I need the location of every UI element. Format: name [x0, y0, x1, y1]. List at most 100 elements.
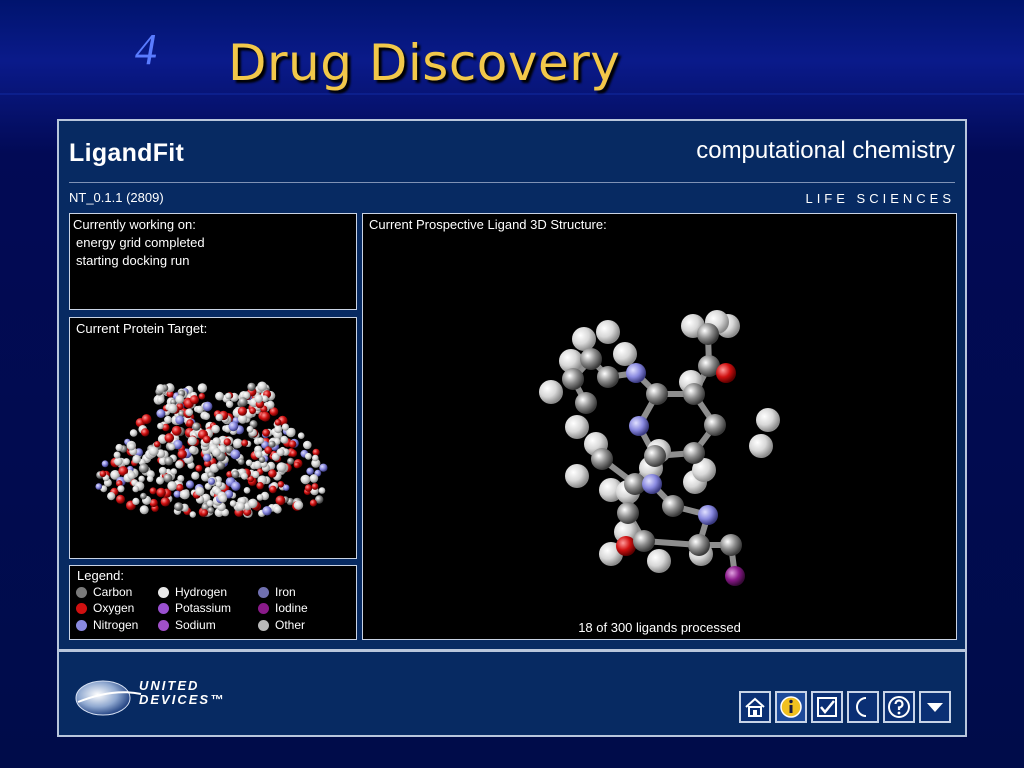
atom-sphere	[132, 485, 139, 493]
atom-sphere	[167, 481, 177, 491]
atom-sphere	[256, 494, 264, 501]
atom-sphere	[146, 475, 154, 483]
status-line: starting docking run	[76, 253, 190, 268]
atom-sphere	[572, 327, 596, 351]
iodine-swatch-icon	[258, 602, 269, 614]
home-button[interactable]	[739, 691, 771, 723]
atom-sphere	[185, 480, 195, 489]
other-swatch-icon	[258, 619, 269, 631]
atom-sphere	[237, 406, 247, 416]
atom-sphere	[207, 507, 215, 514]
atom-sphere	[319, 463, 328, 472]
atom-sphere	[260, 411, 271, 422]
atom-sphere	[613, 342, 637, 366]
atom-sphere	[293, 461, 301, 469]
atom-sphere	[262, 428, 270, 437]
atom-sphere	[237, 458, 245, 465]
atom-sphere	[192, 422, 201, 431]
atom-sphere	[252, 470, 260, 479]
atom-sphere	[274, 419, 282, 426]
atom-sphere	[164, 433, 175, 443]
united-devices-logo: UNITED DEVICES™	[73, 676, 233, 718]
atom-sphere	[174, 502, 183, 511]
atom-sphere	[704, 414, 726, 436]
atom-sphere	[311, 483, 319, 490]
atom-sphere	[218, 494, 228, 503]
atom-sphere	[304, 484, 313, 492]
logo-text: UNITED DEVICES™	[139, 678, 226, 707]
atom-sphere	[280, 435, 289, 444]
atom-sphere	[254, 394, 263, 403]
atom-sphere	[127, 442, 136, 451]
atom-sphere	[212, 447, 221, 457]
atom-sphere	[293, 500, 304, 510]
atom-sphere	[245, 459, 253, 467]
atom-sphere	[122, 458, 130, 466]
dropdown-icon	[927, 703, 943, 712]
atom-sphere	[223, 438, 231, 446]
atom-sphere	[562, 368, 584, 390]
atom-sphere	[156, 487, 166, 498]
ligand-progress-text: 18 of 300 ligands processed	[578, 620, 741, 635]
atom-sphere	[175, 460, 184, 469]
atom-sphere	[202, 435, 211, 444]
atom-sphere	[596, 320, 620, 344]
info-button[interactable]	[775, 691, 807, 723]
atom-sphere	[756, 408, 780, 432]
atom-sphere	[225, 400, 234, 408]
atom-sphere	[580, 348, 602, 370]
atom-sphere	[288, 440, 297, 448]
atom-sphere	[101, 460, 109, 468]
version-label: NT_0.1.1 (2809)	[69, 190, 164, 205]
atom-sphere	[249, 407, 256, 415]
nitrogen-swatch-icon	[76, 619, 87, 631]
atom-sphere	[716, 363, 736, 383]
atom-sphere	[132, 454, 141, 464]
legend-item-sodium: Sodium	[158, 618, 216, 632]
atom-sphere	[203, 453, 212, 462]
legend-item-carbon: Carbon	[76, 585, 132, 599]
atom-sphere	[304, 452, 312, 460]
atom-sphere	[187, 436, 197, 446]
atom-sphere	[132, 497, 140, 505]
menu-dropdown-button[interactable]	[919, 691, 951, 723]
carbon-swatch-icon	[76, 586, 87, 598]
atom-sphere	[206, 500, 214, 507]
tasks-button[interactable]	[811, 691, 843, 723]
atom-sphere	[107, 492, 116, 501]
atom-sphere	[171, 425, 182, 436]
atom-sphere	[683, 442, 705, 464]
atom-sphere	[179, 489, 190, 500]
atom-sphere	[255, 450, 263, 459]
atom-sphere	[240, 472, 248, 480]
hydrogen-swatch-icon	[158, 586, 169, 598]
atom-sphere	[225, 392, 232, 400]
legend-item-iron: Iron	[258, 585, 296, 599]
atom-sphere	[647, 549, 671, 573]
atom-sphere	[230, 449, 241, 460]
atom-sphere	[127, 471, 136, 480]
atom-sphere	[129, 429, 138, 437]
atom-sphere	[117, 485, 125, 493]
atom-sphere	[306, 467, 314, 475]
sleep-button[interactable]	[847, 691, 879, 723]
atom-sphere	[160, 497, 170, 507]
atom-sphere	[173, 490, 181, 498]
atom-sphere	[175, 395, 185, 404]
atom-sphere	[215, 480, 223, 488]
atom-sphere	[149, 487, 157, 495]
atom-sphere	[248, 498, 258, 509]
atom-sphere	[629, 416, 649, 436]
atom-sphere	[158, 466, 167, 475]
help-button[interactable]	[883, 691, 915, 723]
atom-sphere	[698, 505, 718, 525]
oxygen-swatch-icon	[76, 602, 87, 614]
atom-sphere	[195, 486, 205, 496]
atom-sphere	[189, 395, 199, 405]
atom-sphere	[231, 470, 240, 479]
atom-sphere	[236, 502, 246, 511]
atom-sphere	[95, 483, 103, 490]
atom-sphere	[177, 449, 187, 459]
atom-sphere	[140, 492, 147, 500]
atom-sphere	[141, 428, 150, 437]
